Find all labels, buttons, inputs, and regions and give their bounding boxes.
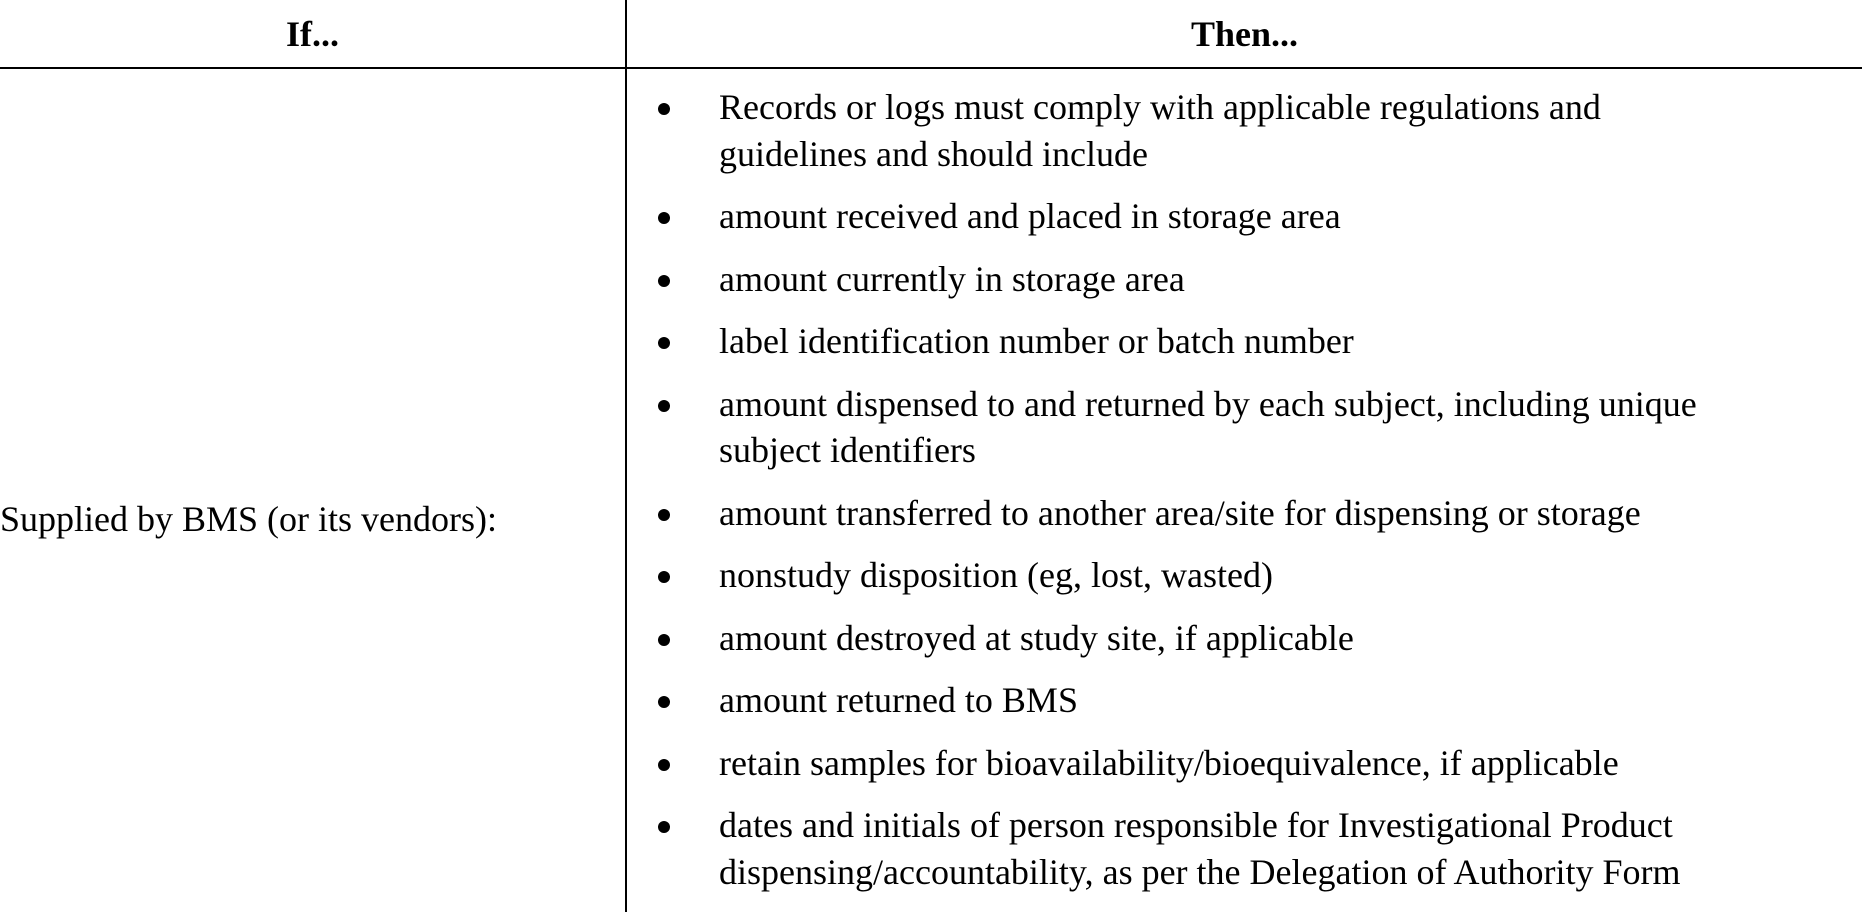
accountability-table: If... Then... Supplied by BMS (or its ve… (0, 0, 1862, 912)
if-cell: Supplied by BMS (or its vendors): (0, 69, 625, 912)
then-list: Records or logs must comply with applica… (627, 84, 1862, 911)
then-list-item: amount currently in storage area (627, 256, 1862, 303)
then-list-item-text: Records or logs must comply with applica… (719, 87, 1601, 127)
then-list-item-text: subject identifiers (719, 430, 976, 470)
bullet-icon (658, 212, 670, 224)
then-list-item: label identification number or batch num… (627, 318, 1862, 365)
then-list-item-text: dispensing/accountability, as per the De… (719, 851, 1681, 892)
then-list-item: amount destroyed at study site, if appli… (627, 615, 1862, 662)
bullet-icon (658, 758, 670, 771)
then-list-item-text: label identification number or batch num… (719, 321, 1354, 361)
if-cell-text: Supplied by BMS (or its vendors): (0, 498, 498, 539)
then-list-item-text: nonstudy disposition (eg, lost, wasted) (719, 555, 1273, 595)
bullet-icon (658, 821, 670, 833)
then-list-item: amount returned to BMS (627, 677, 1862, 724)
then-list-item: amount transferred to another area/site … (627, 490, 1862, 537)
then-list-item-text: amount transferred to another area/site … (719, 492, 1641, 533)
bullet-icon (658, 571, 670, 583)
header-if: If... (286, 13, 339, 54)
bullet-icon (658, 696, 670, 708)
then-list-item: amount dispensed to and returned by each… (627, 381, 1862, 474)
then-list-item-text: amount received and placed in storage ar… (719, 196, 1341, 236)
then-list-item-text: amount returned to BMS (719, 680, 1078, 720)
then-list-item-text: amount currently in storage area (719, 258, 1185, 299)
then-list-item: nonstudy disposition (eg, lost, wasted) (627, 552, 1862, 599)
bullet-icon (658, 508, 670, 521)
then-list-item-text: retain samples for bioavailability/bioeq… (719, 742, 1619, 783)
bullet-icon (658, 274, 670, 287)
then-list-item-text: amount destroyed at study site, if appli… (719, 617, 1354, 658)
header-then: Then... (1190, 13, 1299, 54)
bullet-icon (658, 399, 670, 412)
then-list-item-text: guidelines and should include (719, 133, 1148, 174)
then-list-item: dates and initials of person responsible… (627, 802, 1862, 895)
then-list-item-text: dates and initials of person responsible… (719, 805, 1673, 845)
then-list-item: Records or logs must comply with applica… (627, 84, 1862, 177)
then-list-item: amount received and placed in storage ar… (627, 193, 1862, 240)
then-list-item-text: amount dispensed to and returned by each… (719, 383, 1697, 424)
bullet-icon (658, 103, 670, 115)
bullet-icon (658, 337, 670, 349)
then-list-item: retain samples for bioavailability/bioeq… (627, 740, 1862, 787)
bullet-icon (658, 633, 670, 646)
